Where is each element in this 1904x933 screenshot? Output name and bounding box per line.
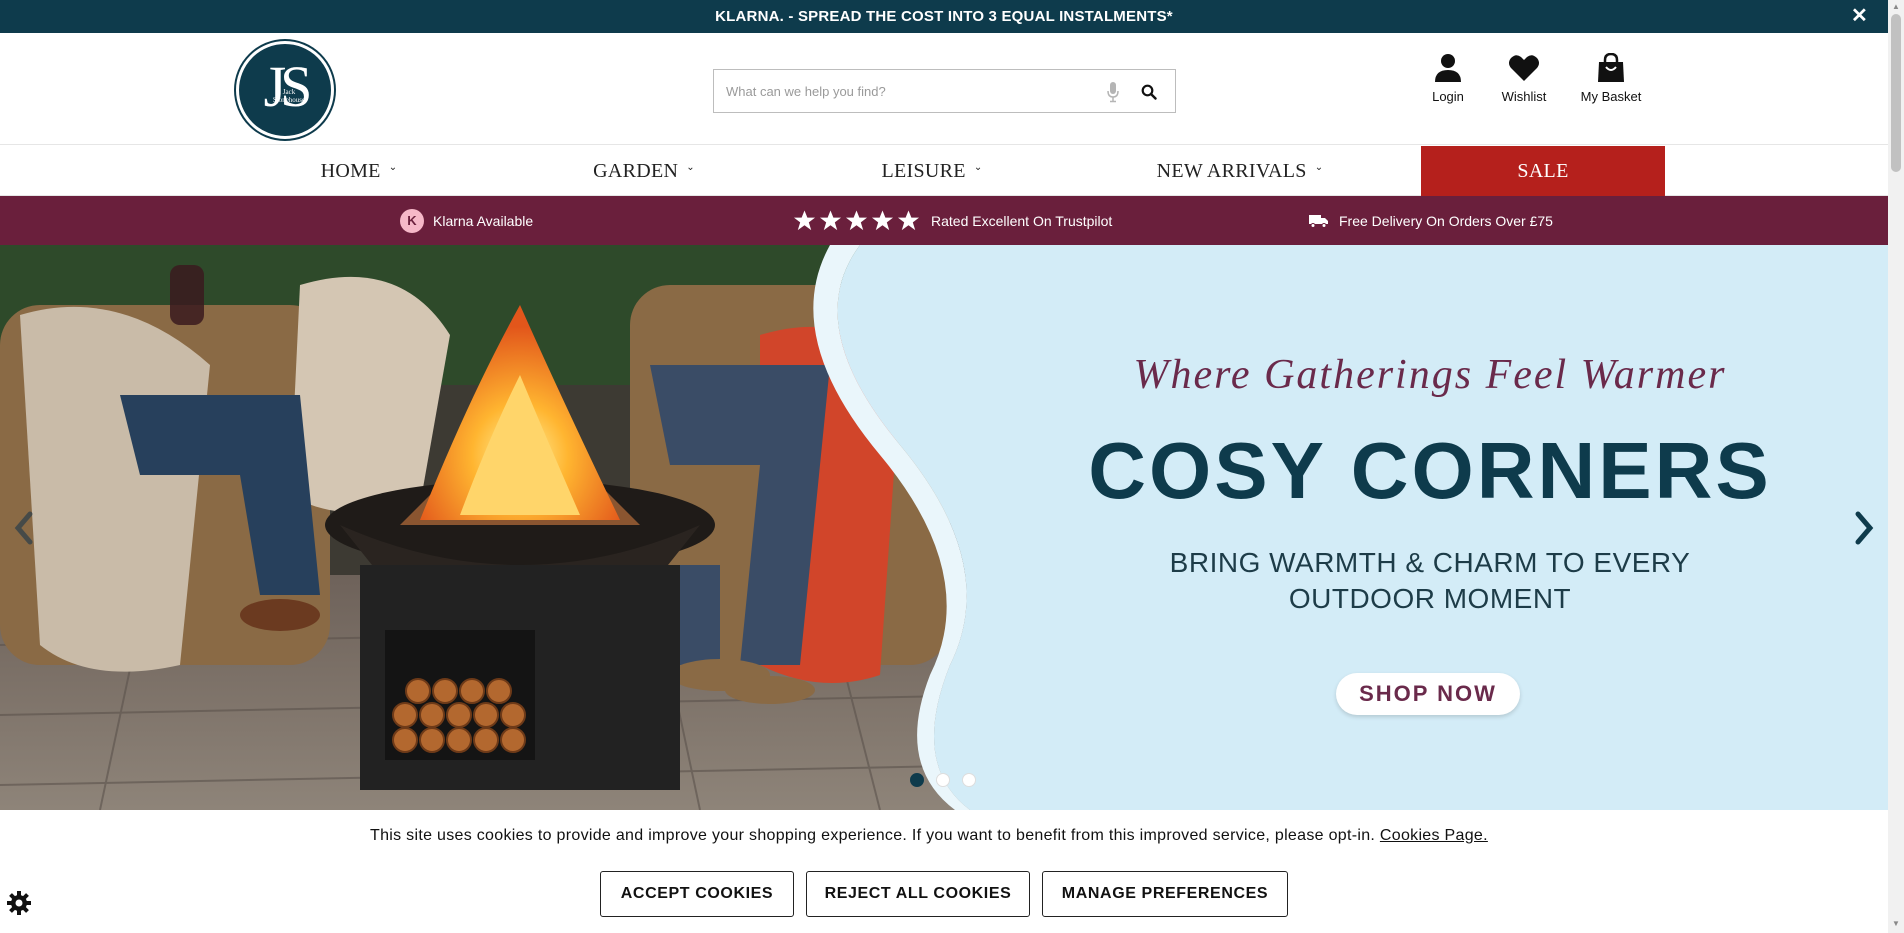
login-label: Login (1432, 89, 1464, 104)
login-link[interactable]: Login (1424, 53, 1472, 113)
usp-bar: K Klarna Available Rated Excellent On Tr… (0, 196, 1888, 245)
hero-tagline: Where Gatherings Feel Warmer (1133, 352, 1727, 398)
user-icon (1435, 54, 1461, 82)
hero-subtitle-line-1: BRING WARMTH & CHARM TO EVERY (1169, 547, 1691, 578)
scrollbar-thumb[interactable] (1891, 14, 1901, 172)
nav-home[interactable]: HOME ⌄ (300, 146, 418, 196)
klarna-icon: K (400, 208, 424, 233)
search-input[interactable] (726, 80, 1096, 102)
basket-link[interactable]: My Basket (1572, 53, 1650, 113)
page-scrollbar[interactable]: ▲ ▼ (1888, 0, 1904, 933)
nav-leisure[interactable]: LEISURE ⌄ (870, 146, 994, 196)
nav-garden-label: GARDEN (593, 159, 679, 182)
close-icon[interactable]: ✕ (1851, 6, 1868, 26)
logo-letters: JS (263, 54, 313, 119)
site-logo[interactable]: JS Jack Stonehouse (236, 41, 334, 139)
nav-leisure-label: LEISURE (881, 159, 966, 182)
slide-dot[interactable] (910, 773, 924, 787)
basket-label: My Basket (1580, 89, 1642, 104)
usp-trustpilot-label: Rated Excellent On Trustpilot (931, 212, 1113, 229)
logo-mark: JS Jack Stonehouse (245, 50, 325, 130)
hero-image-fire-pit[interactable] (0, 245, 1000, 810)
chevron-left-icon[interactable] (12, 510, 38, 546)
chevron-down-icon: ⌄ (1314, 162, 1324, 173)
promo-text: KLARNA. - SPREAD THE COST INTO 3 EQUAL I… (715, 8, 1173, 25)
wishlist-link[interactable]: Wishlist (1494, 53, 1554, 113)
nav-new-arrivals[interactable]: NEW ARRIVALS ⌄ (1150, 146, 1330, 196)
accept-cookies-button[interactable]: ACCEPT COOKIES (600, 871, 794, 917)
usp-klarna-label: Klarna Available (433, 212, 534, 229)
hero-subtitle: BRING WARMTH & CHARM TO EVERY OUTDOOR MO… (1090, 545, 1770, 617)
slide-dot[interactable] (962, 773, 976, 787)
scroll-up-icon[interactable]: ▲ (1892, 2, 1900, 11)
nav-home-label: HOME (320, 159, 381, 182)
usp-delivery: Free Delivery On Orders Over £75 (1309, 196, 1553, 245)
heart-icon (1509, 55, 1539, 81)
promo-bar: KLARNA. - SPREAD THE COST INTO 3 EQUAL I… (0, 0, 1888, 33)
search-button[interactable] (1137, 80, 1161, 104)
cookie-message-text: This site uses cookies to provide and im… (370, 827, 1376, 844)
nav-sale-label: SALE (1517, 159, 1569, 182)
rating-stars (793, 209, 920, 232)
logo-wordmark: Jack Stonehouse (272, 88, 306, 104)
cookie-banner: This site uses cookies to provide and im… (0, 810, 1888, 933)
manage-preferences-button[interactable]: MANAGE PREFERENCES (1042, 871, 1288, 917)
hero-banner: Where Gatherings Feel Warmer COSY CORNER… (0, 245, 1888, 810)
reject-cookies-button[interactable]: REJECT ALL COOKIES (806, 871, 1030, 917)
chevron-right-icon[interactable] (1850, 510, 1876, 546)
star-icon (819, 210, 842, 231)
chevron-down-icon: ⌄ (388, 162, 398, 173)
star-icon (793, 210, 816, 231)
chevron-down-icon: ⌄ (686, 162, 695, 173)
truck-icon (1309, 214, 1328, 228)
shopping-bag-icon (1598, 53, 1624, 82)
chevron-down-icon: ⌄ (973, 162, 983, 173)
microphone-icon[interactable] (1106, 81, 1120, 103)
search-box (713, 69, 1176, 113)
shop-now-button[interactable]: SHOP NOW (1336, 673, 1520, 715)
star-icon (845, 210, 868, 231)
site-header: JS Jack Stonehouse What can we help you … (0, 33, 1888, 145)
search-icon (1141, 84, 1157, 100)
slide-dot[interactable] (936, 773, 950, 787)
gear-icon[interactable] (6, 890, 32, 916)
page: KLARNA. - SPREAD THE COST INTO 3 EQUAL I… (0, 0, 1904, 933)
slide-indicators (910, 773, 976, 787)
star-icon (897, 210, 920, 231)
cookie-message: This site uses cookies to provide and im… (370, 827, 1570, 845)
usp-trustpilot: Rated Excellent On Trustpilot (793, 196, 1112, 245)
hero-title: COSY CORNERS (1088, 426, 1772, 515)
cookies-page-link[interactable]: Cookies Page. (1380, 827, 1488, 844)
scroll-down-icon[interactable]: ▼ (1892, 919, 1900, 928)
main-nav: HOME ⌄ GARDEN ⌄ LEISURE ⌄ NEW ARRIVALS ⌄… (0, 146, 1888, 196)
nav-garden[interactable]: GARDEN ⌄ (580, 146, 708, 196)
nav-new-arrivals-label: NEW ARRIVALS (1156, 159, 1307, 182)
usp-delivery-label: Free Delivery On Orders Over £75 (1339, 212, 1553, 229)
usp-klarna: K Klarna Available (400, 196, 533, 245)
wishlist-label: Wishlist (1501, 89, 1547, 104)
nav-sale[interactable]: SALE (1421, 146, 1665, 196)
hero-subtitle-line-2: OUTDOOR MOMENT (1288, 583, 1572, 614)
star-icon (871, 210, 894, 231)
